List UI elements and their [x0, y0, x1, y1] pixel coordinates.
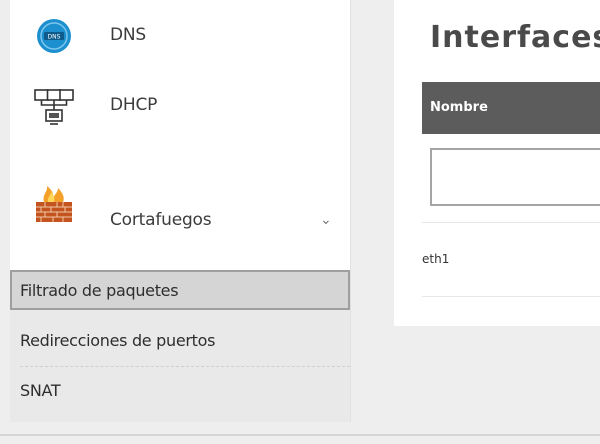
sidebar-item-label: DNS: [110, 25, 146, 45]
name-filter-input[interactable]: [430, 148, 600, 206]
sidebar-item-label: Cortafuegos: [110, 210, 212, 230]
sidebar-item-cortafuegos[interactable]: Cortafuegos ⌄: [10, 140, 350, 268]
page-title: Interfaces: [430, 20, 600, 55]
submenu-item-snat[interactable]: SNAT: [10, 370, 350, 410]
table-header: Nombre: [422, 82, 600, 134]
column-header-nombre[interactable]: Nombre: [430, 100, 488, 115]
footer-divider: [0, 434, 600, 436]
table-cell-name[interactable]: eth1: [422, 252, 449, 266]
app-frame: DNS DNS DHCP Cortafuegos ⌄ Filtrado de p…: [0, 0, 600, 444]
interfaces-panel: Interfaces Nombre eth1: [394, 0, 600, 326]
svg-text:DNS: DNS: [48, 34, 61, 41]
sidebar-item-label: DHCP: [110, 95, 158, 115]
sidebar-item-dhcp[interactable]: DHCP: [10, 70, 350, 141]
row-divider: [422, 296, 600, 297]
sidebar-item-dns[interactable]: DNS DNS: [10, 0, 350, 71]
sidebar-menu: DNS DNS DHCP Cortafuegos ⌄ Filtrado de p…: [10, 0, 351, 422]
submenu-divider: [20, 366, 350, 367]
dns-icon: DNS: [37, 19, 71, 53]
submenu-item-port-forwarding[interactable]: Redirecciones de puertos: [10, 320, 350, 360]
dhcp-network-icon: [34, 89, 74, 125]
submenu-item-packet-filter[interactable]: Filtrado de paquetes: [10, 270, 350, 310]
firewall-submenu: Filtrado de paquetes Redirecciones de pu…: [10, 270, 350, 422]
submenu-item-label: SNAT: [20, 381, 61, 400]
firewall-icon: [36, 186, 72, 222]
row-divider: [422, 222, 600, 223]
chevron-down-icon[interactable]: ⌄: [320, 212, 332, 228]
submenu-item-label: Filtrado de paquetes: [20, 281, 179, 300]
submenu-item-label: Redirecciones de puertos: [20, 331, 216, 350]
